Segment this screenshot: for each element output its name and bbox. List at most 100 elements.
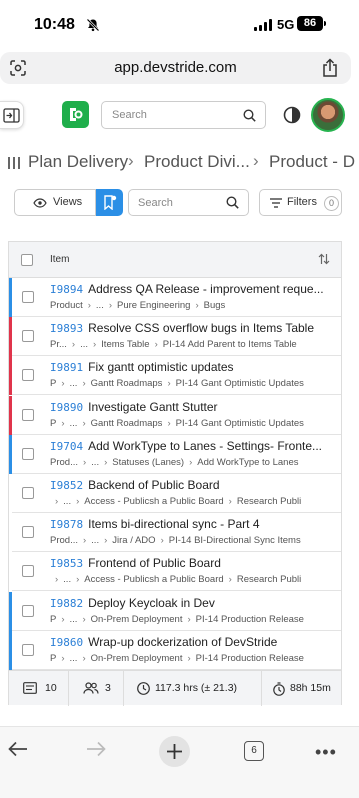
item-title[interactable]: Fix gantt optimistic updates bbox=[88, 360, 233, 374]
item-path: P ›... › Gantt Roadmaps › PI-14 Gant Optimist… bbox=[50, 378, 341, 389]
item-id[interactable]: I9704 bbox=[50, 440, 83, 453]
item-title[interactable]: Wrap-up dockerization of DevStride bbox=[88, 635, 277, 649]
path-separator: › bbox=[55, 496, 59, 507]
item-title[interactable]: Deploy Keycloak in Dev bbox=[88, 596, 215, 610]
filters-label: Filters bbox=[287, 196, 317, 208]
search-icon bbox=[226, 196, 239, 209]
views-label: Views bbox=[53, 196, 83, 208]
logo-mark-icon bbox=[70, 108, 83, 121]
item-title[interactable]: Frontend of Public Board bbox=[88, 556, 221, 570]
path-segment: P bbox=[50, 613, 57, 625]
search-placeholder: Search bbox=[112, 109, 147, 121]
user-avatar[interactable] bbox=[311, 98, 345, 132]
breadcrumb-item-product-division[interactable]: Product Divi... bbox=[144, 152, 250, 172]
silent-bell-icon bbox=[86, 18, 100, 32]
footer-estimate: 117.3 hrs (± 21.3) bbox=[124, 671, 262, 706]
breadcrumb-item-product[interactable]: Product - D bbox=[269, 152, 355, 172]
item-path: P ›... › On-Prem Deployment › PI-14 Productio… bbox=[50, 653, 341, 664]
item-id[interactable]: I9891 bbox=[50, 361, 83, 374]
item-id[interactable]: I9852 bbox=[50, 479, 83, 492]
item-id[interactable]: I9890 bbox=[50, 401, 83, 414]
row-checkbox[interactable] bbox=[22, 643, 34, 656]
row-title-line[interactable]: I9894 Address QA Release - improvement re… bbox=[50, 282, 339, 296]
sidebar-toggle-button[interactable] bbox=[0, 101, 24, 129]
path-separator: › bbox=[104, 535, 108, 547]
row-title-line[interactable]: I9853 Frontend of Public Board bbox=[50, 556, 339, 570]
table-row[interactable]: I9852 Backend of Public Board ›... › Access … bbox=[9, 474, 341, 513]
new-tab-button[interactable] bbox=[159, 736, 190, 767]
row-title-line[interactable]: I9860 Wrap-up dockerization of DevStride bbox=[50, 635, 339, 649]
theme-toggle-icon[interactable] bbox=[283, 106, 301, 124]
views-button[interactable]: Views bbox=[14, 189, 96, 216]
path-separator: › bbox=[108, 300, 113, 311]
table-row[interactable]: I9894 Address QA Release - improvement re… bbox=[9, 278, 341, 317]
item-id[interactable]: I9853 bbox=[50, 557, 83, 570]
sort-icon[interactable] bbox=[318, 253, 330, 265]
path-segment: On-Prem Deployment bbox=[90, 613, 183, 625]
item-id[interactable]: I9894 bbox=[50, 283, 83, 296]
row-checkbox[interactable] bbox=[22, 487, 34, 499]
row-title-line[interactable]: I9852 Backend of Public Board bbox=[50, 478, 339, 492]
items-search-input[interactable]: Search bbox=[128, 189, 249, 216]
item-id[interactable]: I9882 bbox=[50, 597, 83, 610]
row-checkbox[interactable] bbox=[22, 330, 34, 343]
table-row[interactable]: I9860 Wrap-up dockerization of DevStride P… bbox=[9, 630, 341, 670]
toolbar: Views Search Filters 0 bbox=[8, 184, 342, 222]
item-id[interactable]: I9893 bbox=[50, 322, 83, 335]
path-segment: P bbox=[50, 378, 57, 390]
row-title-line[interactable]: I9882 Deploy Keycloak in Dev bbox=[50, 596, 339, 610]
table-row[interactable]: I9878 Items bi-directional sync - Part 4 P… bbox=[9, 513, 341, 553]
item-path: Product ›... › Pure Engineering › Bugs bbox=[50, 300, 341, 311]
path-separator: › bbox=[82, 613, 86, 625]
item-title[interactable]: Add WorkType to Lanes - Settings- Fronte… bbox=[88, 439, 322, 453]
url-text[interactable]: app.devstride.com bbox=[0, 59, 351, 76]
saved-view-button[interactable] bbox=[96, 189, 123, 216]
item-id[interactable]: I9878 bbox=[50, 518, 83, 531]
path-separator: › bbox=[104, 456, 108, 468]
item-title[interactable]: Investigate Gantt Stutter bbox=[88, 400, 217, 414]
row-title-line[interactable]: I9704 Add WorkType to Lanes - Settings- F… bbox=[50, 439, 339, 453]
back-arrow-icon[interactable] bbox=[8, 741, 28, 757]
item-title[interactable]: Backend of Public Board bbox=[88, 478, 219, 492]
path-separator: › bbox=[82, 652, 86, 664]
table-row[interactable]: I9893 Resolve CSS overflow bugs in Items … bbox=[9, 317, 341, 357]
table-row[interactable]: I9853 Frontend of Public Board ›... › Access… bbox=[9, 552, 341, 592]
share-icon[interactable] bbox=[321, 58, 339, 78]
row-checkbox[interactable] bbox=[22, 369, 34, 382]
select-all-checkbox[interactable] bbox=[21, 254, 33, 266]
path-segment: Jira / ADO bbox=[112, 535, 156, 547]
devstride-logo[interactable] bbox=[62, 101, 89, 128]
table-row[interactable]: I9891 Fix gantt optimistic updates P ›... › G… bbox=[9, 356, 341, 396]
forward-arrow-icon[interactable] bbox=[86, 741, 106, 757]
row-title-line[interactable]: I9878 Items bi-directional sync - Part 4 bbox=[50, 517, 339, 531]
address-bar[interactable]: app.devstride.com bbox=[0, 52, 351, 84]
row-checkbox[interactable] bbox=[22, 565, 34, 578]
tab-switcher-button[interactable]: 6 bbox=[244, 741, 264, 761]
more-menu-icon[interactable]: ••• bbox=[315, 743, 337, 761]
row-title-line[interactable]: I9891 Fix gantt optimistic updates bbox=[50, 360, 339, 374]
row-status-stripe bbox=[9, 474, 12, 513]
column-header-item[interactable]: Item bbox=[50, 254, 69, 265]
row-checkbox[interactable] bbox=[22, 604, 34, 617]
row-title-line[interactable]: I9890 Investigate Gantt Stutter bbox=[50, 400, 339, 414]
table-row[interactable]: I9882 Deploy Keycloak in Dev P ›... › On-Prem… bbox=[9, 591, 341, 631]
table-row[interactable]: I9890 Investigate Gantt Stutter P ›... › Gant… bbox=[9, 395, 341, 435]
row-checkbox[interactable] bbox=[22, 291, 34, 303]
path-segment: Items Table bbox=[101, 339, 150, 351]
row-checkbox[interactable] bbox=[22, 447, 34, 460]
path-segment: Research Publi bbox=[236, 496, 302, 507]
global-search-input[interactable]: Search bbox=[101, 101, 266, 129]
breadcrumb-item-plan-delivery[interactable]: Plan Delivery bbox=[28, 152, 128, 172]
item-title[interactable]: Items bi-directional sync - Part 4 bbox=[88, 517, 259, 531]
item-id[interactable]: I9860 bbox=[50, 636, 83, 649]
item-title[interactable]: Resolve CSS overflow bugs in Items Table bbox=[88, 321, 314, 335]
table-row[interactable]: I9704 Add WorkType to Lanes - Settings- F… bbox=[9, 434, 341, 474]
filters-button[interactable]: Filters 0 bbox=[259, 189, 342, 216]
row-checkbox[interactable] bbox=[22, 526, 34, 539]
row-checkbox[interactable] bbox=[22, 408, 34, 421]
item-title[interactable]: Address QA Release - improvement reque..… bbox=[88, 282, 323, 296]
path-separator: › bbox=[83, 535, 87, 547]
path-separator: › bbox=[93, 339, 97, 351]
row-title-line[interactable]: I9893 Resolve CSS overflow bugs in Items … bbox=[50, 321, 339, 335]
path-separator: › bbox=[228, 574, 232, 586]
